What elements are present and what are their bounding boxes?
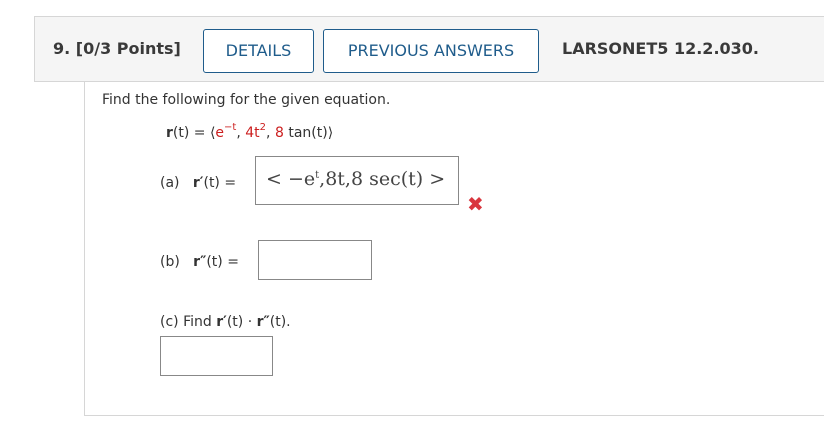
- eq-r: r: [166, 125, 173, 141]
- part-b-label-rest: (t) =: [206, 254, 239, 270]
- previous-answers-button[interactable]: PREVIOUS ANSWERS: [323, 29, 539, 73]
- part-b-label: (b) r″(t) =: [160, 254, 239, 270]
- eq-c1-exp: −t: [224, 122, 237, 133]
- part-c-text: (c) Find: [160, 314, 217, 330]
- part-a-letter: (a): [160, 175, 180, 191]
- eq-component-1: e−t: [215, 122, 237, 141]
- part-a-label: (a) r′(t) =: [160, 175, 236, 191]
- eq-sep-2: ,: [266, 125, 275, 141]
- part-c-label: (c) Find r′(t) · r″(t).: [160, 314, 291, 330]
- details-button[interactable]: DETAILS: [203, 29, 314, 73]
- question-source: LARSONET5 12.2.030.: [562, 39, 759, 58]
- part-c-answer-field[interactable]: [160, 336, 273, 376]
- question-title: 9. [0/3 Points]: [53, 39, 181, 58]
- eq-sep-1: ,: [236, 125, 246, 141]
- eq-c3-coef: 8: [274, 125, 284, 141]
- problem-prompt: Find the following for the given equatio…: [102, 92, 391, 108]
- part-a-r-prime: r′: [192, 175, 204, 191]
- part-c-r-prime: r′: [216, 314, 227, 330]
- part-a-answer-value: < −et,8t,8 sec(t) >: [266, 168, 445, 190]
- question-header: 9. [0/3 Points] DETAILS PREVIOUS ANSWERS…: [34, 16, 824, 82]
- eq-lhs-arg: (t) =: [172, 125, 210, 141]
- part-c-r2-rest: (t).: [269, 314, 291, 330]
- part-a-answer-main: < −e: [266, 168, 316, 190]
- part-a-answer-rest: ,8t,8 sec(t) >: [319, 168, 446, 190]
- incorrect-x-icon: ✖: [467, 192, 484, 216]
- question-points: [0/3 Points]: [75, 39, 181, 58]
- eq-component-2: 4t2: [245, 122, 266, 141]
- part-b-r-double-prime: r″: [193, 254, 207, 270]
- eq-c3-rest: tan(t): [283, 125, 328, 141]
- part-a-answer-field[interactable]: < −et,8t,8 sec(t) >: [255, 156, 459, 205]
- part-c-r-double-prime: r″: [256, 314, 270, 330]
- part-c-r1-rest: (t) ·: [226, 314, 257, 330]
- question-number: 9.: [53, 39, 71, 58]
- eq-close-bracket: ⟩: [327, 125, 334, 141]
- part-a-label-rest: (t) =: [203, 175, 237, 191]
- eq-c2-coef: 4t: [245, 125, 260, 141]
- given-equation: r(t) = ⟨e−t, 4t2, 8 tan(t)⟩: [166, 122, 333, 141]
- part-b-answer-field[interactable]: [258, 240, 372, 280]
- eq-c1-base: e: [215, 125, 225, 141]
- part-b-letter: (b): [160, 254, 180, 270]
